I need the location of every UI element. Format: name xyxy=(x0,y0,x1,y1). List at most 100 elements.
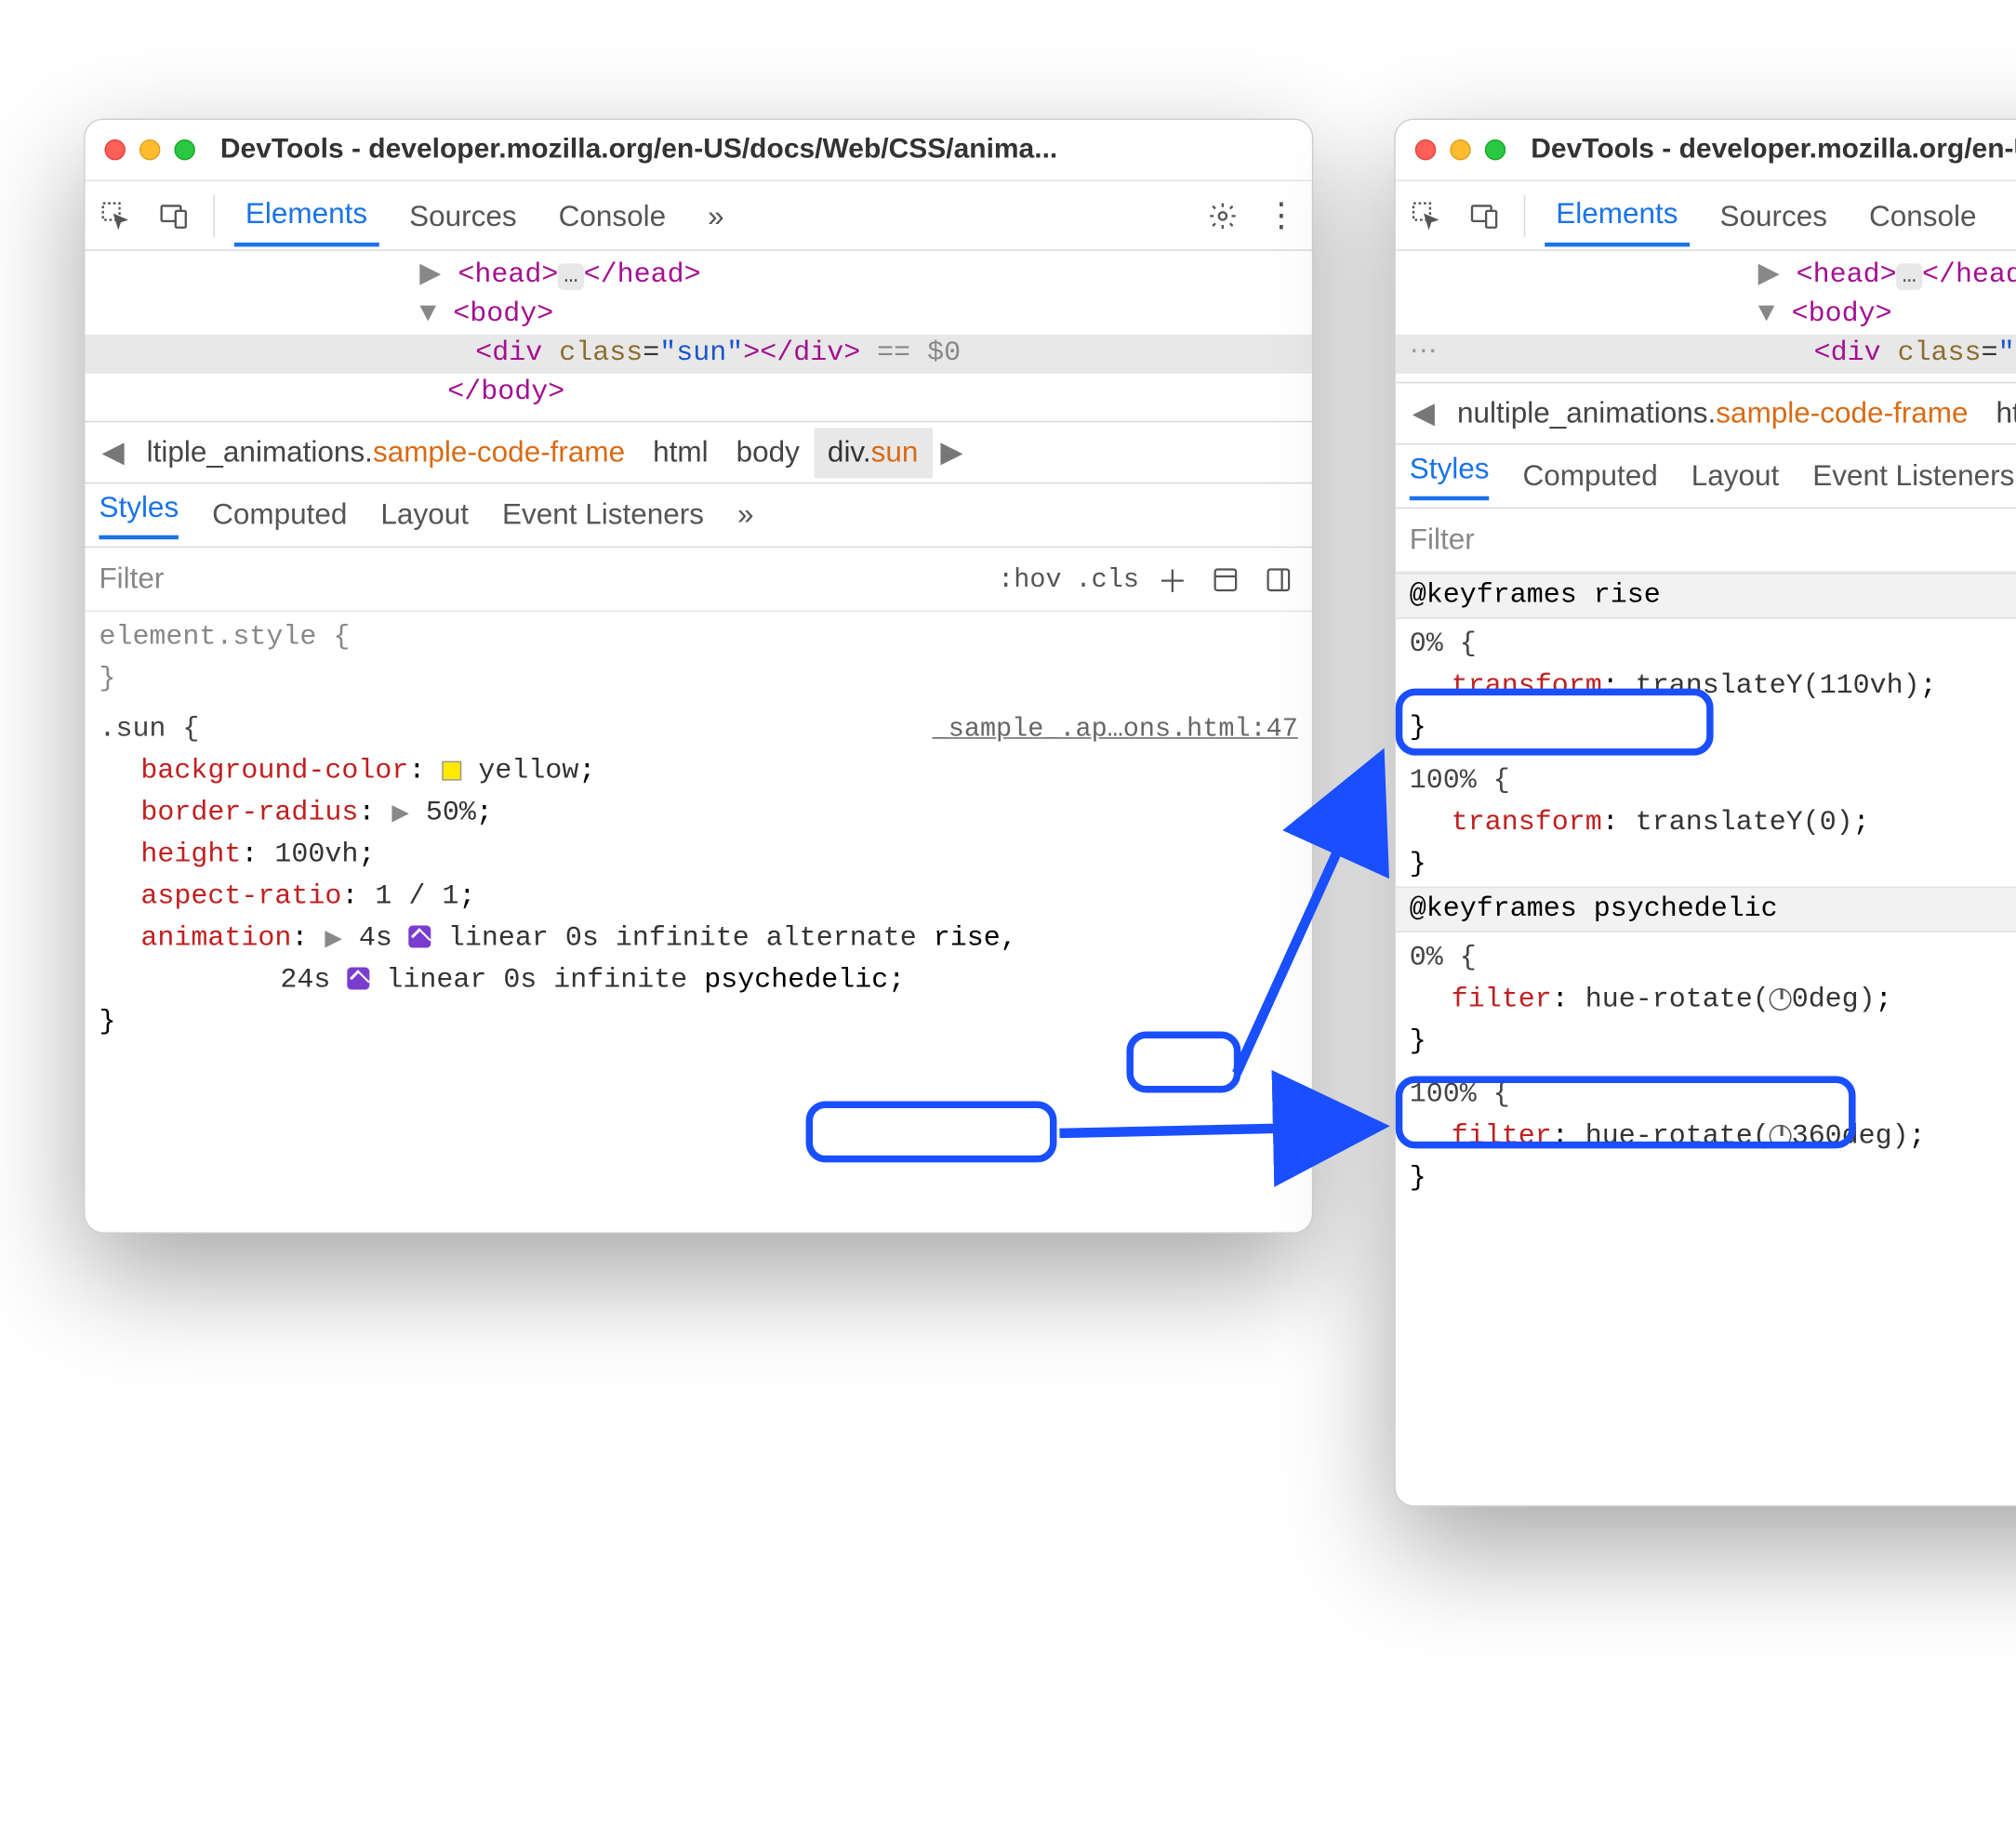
subtab-event-listeners[interactable]: Event Listeners xyxy=(502,498,704,532)
val-anim1-dur[interactable]: 4s xyxy=(359,923,409,955)
val-border-radius[interactable]: 50% xyxy=(426,798,476,829)
gear-icon[interactable] xyxy=(1203,196,1242,235)
prop-border-radius[interactable]: border-radius xyxy=(140,798,358,829)
subtab-layout[interactable]: Layout xyxy=(380,498,469,532)
brace-close: } xyxy=(1410,845,2016,887)
cls-toggle[interactable]: .cls xyxy=(1076,563,1139,594)
val-height[interactable]: 100vh xyxy=(274,839,358,871)
brace-close: } xyxy=(99,659,1297,701)
styles-rules[interactable]: element.style { } .sun { _sample_.ap…ons… xyxy=(85,612,1311,1058)
keyframes-header-psychedelic: @keyframes psychedelic xyxy=(1396,887,2016,932)
tab-elements[interactable]: Elements xyxy=(1545,184,1689,246)
minimize-icon[interactable] xyxy=(139,139,160,160)
prop-animation[interactable]: animation xyxy=(140,923,291,955)
kf-rise-0[interactable]: 0% { xyxy=(1410,625,1477,667)
crumb-frame[interactable]: nultiple_animations.sample-code-frame xyxy=(1443,389,1983,439)
easing-swatch-icon[interactable] xyxy=(347,968,369,990)
subtab-computed[interactable]: Computed xyxy=(1523,459,1658,493)
val-anim2-mid[interactable]: linear 0s infinite xyxy=(386,965,704,997)
prop-aspect-ratio[interactable]: aspect-ratio xyxy=(140,881,341,913)
kf-psy-100[interactable]: 100% { xyxy=(1410,1075,1510,1117)
kf-psy-0[interactable]: 0% { xyxy=(1410,938,1477,980)
sidebar-toggle-icon[interactable] xyxy=(1259,560,1298,599)
inspect-icon[interactable] xyxy=(1407,196,1446,235)
inspect-icon[interactable] xyxy=(96,196,135,235)
crumb-prev-icon[interactable]: ◀ xyxy=(93,435,132,469)
more-tabs-icon[interactable]: » xyxy=(2007,186,2016,244)
minimize-icon[interactable] xyxy=(1450,139,1470,160)
crumb-prev-icon[interactable]: ◀ xyxy=(1404,396,1443,430)
more-tabs-icon[interactable]: » xyxy=(696,186,736,244)
val-angle[interactable]: 0deg xyxy=(1792,985,1859,1016)
row-actions-icon[interactable]: ⋯ xyxy=(1410,335,1438,374)
val-part: hue-rotate( xyxy=(1585,985,1770,1016)
tab-console[interactable]: Console xyxy=(1858,186,1988,244)
close-icon[interactable] xyxy=(1415,139,1436,160)
prop-filter[interactable]: filter xyxy=(1452,985,1552,1016)
prop-transform[interactable]: transform xyxy=(1452,670,1602,702)
source-link[interactable]: _sample_.ap…ons.html:47 xyxy=(933,709,1298,751)
tab-elements[interactable]: Elements xyxy=(234,184,378,246)
tab-sources[interactable]: Sources xyxy=(398,186,528,244)
close-icon[interactable] xyxy=(104,139,125,160)
val-aspect-ratio[interactable]: 1 / 1 xyxy=(375,881,458,913)
zoom-icon[interactable] xyxy=(174,139,194,160)
crumb-html[interactable]: html xyxy=(1983,389,2016,439)
zoom-icon[interactable] xyxy=(1485,139,1505,160)
subtab-styles[interactable]: Styles xyxy=(99,492,179,539)
crumb-frame[interactable]: ltiple_animations.sample-code-frame xyxy=(133,428,640,478)
styles-filter-input[interactable]: Filter xyxy=(1410,523,2016,557)
easing-swatch-icon[interactable] xyxy=(409,926,431,948)
crumb-html[interactable]: html xyxy=(639,428,722,478)
crumb-next-icon[interactable]: ▶ xyxy=(932,435,971,469)
keyframes-link-psychedelic[interactable]: psychedelic xyxy=(704,965,888,997)
subtab-styles[interactable]: Styles xyxy=(1410,453,1490,500)
val-anim1-mid[interactable]: linear 0s infinite alternate xyxy=(448,923,934,955)
val-part: ) xyxy=(1892,1120,1909,1152)
subtab-layout[interactable]: Layout xyxy=(1691,459,1780,493)
device-toggle-icon[interactable] xyxy=(1466,196,1505,235)
val-part: ) xyxy=(1859,985,1876,1016)
subtab-computed[interactable]: Computed xyxy=(212,498,347,532)
val-transform[interactable]: translateY(0) xyxy=(1636,807,1853,839)
device-toggle-icon[interactable] xyxy=(154,196,193,235)
val-part: hue-rotate( xyxy=(1585,1120,1770,1152)
prop-height[interactable]: height xyxy=(140,839,241,871)
window-title: DevTools - developer.mozilla.org/en-US/d… xyxy=(1531,134,2016,165)
selected-dollar0: == $0 xyxy=(860,337,961,369)
dom-tree[interactable]: ▶ <head>…</head> ▼ <body> <div class="su… xyxy=(85,251,1311,422)
brace-close: } xyxy=(1410,708,2016,750)
keyframes-link-rise[interactable]: rise xyxy=(934,923,1001,955)
hov-toggle[interactable]: :hov xyxy=(998,563,1061,594)
kf-rise-100[interactable]: 100% { xyxy=(1410,761,1510,803)
crumb-body[interactable]: body xyxy=(723,428,814,478)
crumb-div-sun[interactable]: div.sun xyxy=(814,428,932,478)
angle-swatch-icon[interactable] xyxy=(1770,1125,1792,1147)
color-swatch-icon[interactable] xyxy=(442,761,461,781)
val-anim2-dur[interactable]: 24s xyxy=(280,965,347,997)
prop-filter[interactable]: filter xyxy=(1452,1120,1552,1152)
brace-close: } xyxy=(1410,1158,2016,1200)
new-rule-icon[interactable]: ＋ xyxy=(1153,560,1192,599)
val-background-color[interactable]: yellow xyxy=(478,756,578,787)
dom-tree[interactable]: ▶ <head>…</head> ▼ <body> ⋯<div class="s… xyxy=(1396,251,2016,383)
angle-swatch-icon[interactable] xyxy=(1770,988,1792,1011)
val-angle[interactable]: 360deg xyxy=(1792,1120,1892,1152)
rule-element-style[interactable]: element.style { xyxy=(99,617,350,659)
computed-toggle-icon[interactable] xyxy=(1206,560,1245,599)
more-subtabs-icon[interactable]: » xyxy=(737,498,754,532)
rule-selector-sun[interactable]: .sun { xyxy=(99,709,199,751)
breadcrumb[interactable]: ◀ ltiple_animations.sample-code-frame ht… xyxy=(85,422,1311,483)
prop-background-color[interactable]: background-color xyxy=(140,756,408,787)
tab-sources[interactable]: Sources xyxy=(1708,186,1838,244)
styles-filter-input[interactable]: Filter xyxy=(99,562,984,596)
tab-console[interactable]: Console xyxy=(548,186,678,244)
val-transform[interactable]: translateY(110vh) xyxy=(1636,670,1920,702)
subtab-event-listeners[interactable]: Event Listeners xyxy=(1812,459,2014,493)
window-title: DevTools - developer.mozilla.org/en-US/d… xyxy=(220,134,1057,165)
breadcrumb[interactable]: ◀ nultiple_animations.sample-code-frame … xyxy=(1396,383,2016,444)
prop-transform[interactable]: transform xyxy=(1452,807,1602,839)
keyframes-header-rise: @keyframes rise xyxy=(1396,573,2016,618)
brace-close: } xyxy=(1410,1022,2016,1064)
kebab-icon[interactable]: ⋮ xyxy=(1262,196,1301,235)
